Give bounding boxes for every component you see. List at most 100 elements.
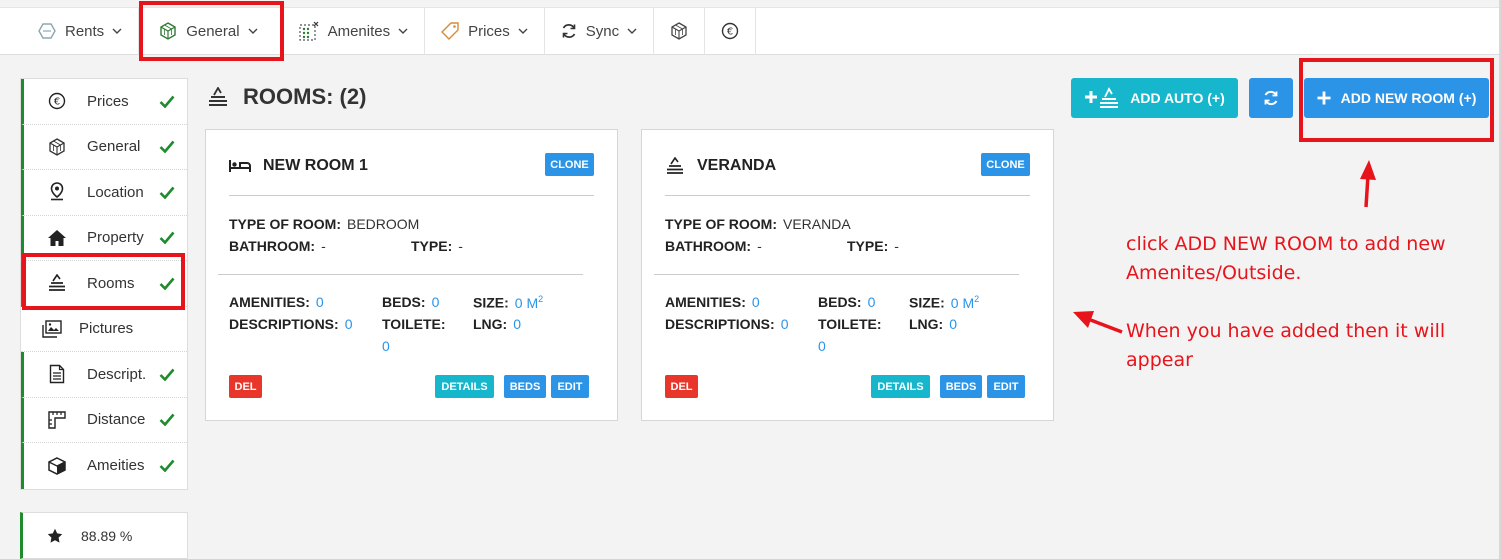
tab-euro[interactable]: € bbox=[705, 7, 757, 55]
tab-amenites[interactable]: Amenites bbox=[283, 7, 426, 55]
chevron-down-icon bbox=[518, 28, 528, 34]
amenities-field: AMENITIES: 0 bbox=[229, 294, 324, 310]
tab-prices-label: Prices bbox=[468, 22, 510, 40]
sidebar-item-rooms[interactable]: Rooms bbox=[21, 261, 187, 307]
sidebar-item-property[interactable]: Property bbox=[21, 215, 187, 261]
arrow-up-icon bbox=[1360, 160, 1376, 208]
descriptions-field: DESCRIPTIONS: 0 bbox=[665, 316, 789, 332]
add-auto-label: ADD AUTO (+) bbox=[1130, 90, 1225, 106]
add-rooms-icon bbox=[1085, 87, 1119, 108]
pictures-icon bbox=[41, 318, 63, 340]
check-icon bbox=[159, 459, 175, 473]
cube-icon bbox=[671, 22, 687, 40]
sidebar-item-general[interactable]: General bbox=[21, 124, 187, 170]
house-icon bbox=[46, 227, 68, 249]
sidebar-item-label: Property bbox=[87, 229, 144, 247]
details-button[interactable]: DETAILS bbox=[435, 375, 494, 398]
check-icon bbox=[159, 231, 175, 245]
room-card-title: VERANDA bbox=[665, 157, 776, 175]
sync-icon bbox=[562, 24, 576, 38]
tab-sync-label: Sync bbox=[585, 22, 620, 40]
type-of-room-field: TYPE OF ROOM: VERANDA bbox=[665, 216, 851, 232]
type-field: TYPE: - bbox=[847, 238, 899, 254]
refresh-button[interactable] bbox=[1249, 78, 1293, 118]
tab-rents[interactable]: Rents bbox=[22, 7, 140, 55]
page-title-text: ROOMS: (2) bbox=[243, 84, 367, 109]
sidebar-item-label: Prices bbox=[87, 92, 129, 110]
toilete-value: 0 bbox=[818, 338, 826, 354]
size-field: SIZE: 0 M2 bbox=[909, 294, 980, 311]
amenities-field: AMENITIES: 0 bbox=[665, 294, 760, 310]
tab-prices[interactable]: Prices bbox=[425, 7, 545, 55]
delete-button[interactable]: DEL bbox=[229, 375, 262, 398]
divider bbox=[654, 274, 1019, 275]
clone-button[interactable]: CLONE bbox=[545, 153, 594, 176]
tab-general[interactable]: General bbox=[139, 7, 283, 55]
page-title: ROOMS: (2) bbox=[207, 84, 366, 110]
plus-icon bbox=[1317, 91, 1331, 105]
room-card: VERANDA CLONE TYPE OF ROOM: VERANDA BATHR… bbox=[641, 129, 1054, 421]
edit-button[interactable]: EDIT bbox=[551, 375, 589, 398]
sidebar-item-amenities[interactable]: Ameities bbox=[21, 443, 187, 489]
check-icon bbox=[159, 95, 175, 108]
beds-field: BEDS: 0 bbox=[818, 294, 876, 310]
arrow-left-icon bbox=[1073, 311, 1123, 334]
check-icon bbox=[159, 368, 175, 381]
svg-text:€: € bbox=[54, 97, 60, 108]
toilete-value: 0 bbox=[382, 338, 390, 354]
chevron-down-icon bbox=[398, 28, 408, 34]
room-name: NEW ROOM 1 bbox=[263, 157, 368, 174]
map-pin-icon bbox=[46, 181, 68, 203]
divider bbox=[218, 274, 583, 275]
annotation-note-appear: When you have added then it will appear bbox=[1126, 320, 1446, 371]
price-tag-icon bbox=[441, 22, 459, 40]
size-field: SIZE: 0 M2 bbox=[473, 294, 544, 311]
divider bbox=[229, 195, 594, 196]
room-card-title: NEW ROOM 1 bbox=[229, 157, 368, 175]
sidebar-item-location[interactable]: Location bbox=[21, 170, 187, 216]
toilete-field: TOILETE: bbox=[818, 316, 882, 332]
check-icon bbox=[159, 140, 175, 154]
tab-sync[interactable]: Sync bbox=[545, 7, 655, 55]
sidebar-item-pictures[interactable]: Pictures bbox=[21, 307, 187, 352]
sync-icon bbox=[1264, 90, 1278, 106]
chevron-down-icon bbox=[248, 28, 258, 34]
details-button[interactable]: DETAILS bbox=[871, 375, 930, 398]
add-auto-button[interactable]: ADD AUTO (+) bbox=[1071, 78, 1238, 118]
star-icon bbox=[47, 528, 63, 543]
beds-button[interactable]: BEDS bbox=[940, 375, 982, 398]
room-stack-icon bbox=[46, 272, 68, 294]
box-icon bbox=[46, 455, 68, 477]
sidebar-item-label: Pictures bbox=[79, 320, 134, 338]
chevron-down-icon bbox=[112, 28, 122, 34]
sidebar: € Prices General Location Property Rooms… bbox=[20, 78, 188, 490]
cube-icon bbox=[160, 22, 176, 40]
beds-button[interactable]: BEDS bbox=[504, 375, 546, 398]
cube-icon bbox=[46, 136, 68, 158]
type-field: TYPE: - bbox=[411, 238, 463, 254]
sidebar-item-label: General bbox=[87, 138, 141, 156]
add-new-room-button[interactable]: ADD NEW ROOM (+) bbox=[1304, 78, 1489, 118]
divider bbox=[665, 195, 1030, 196]
lng-field: LNG: 0 bbox=[473, 316, 522, 332]
clone-button[interactable]: CLONE bbox=[981, 153, 1030, 176]
completion-score: 88.89 % bbox=[20, 512, 188, 559]
grid-dots-icon bbox=[298, 21, 318, 41]
edit-button[interactable]: EDIT bbox=[987, 375, 1025, 398]
beds-field: BEDS: 0 bbox=[382, 294, 440, 310]
tab-amenites-label: Amenites bbox=[327, 22, 391, 40]
delete-button[interactable]: DEL bbox=[665, 375, 698, 398]
ruler-icon bbox=[46, 409, 68, 431]
sidebar-item-prices[interactable]: € Prices bbox=[21, 79, 187, 125]
tab-cube[interactable] bbox=[654, 7, 706, 55]
score-value: 88.89 % bbox=[81, 527, 133, 544]
bathroom-field: BATHROOM: - bbox=[229, 238, 326, 254]
top-tab-bar: Rents General Amenites Prices Sync € bbox=[0, 0, 1501, 55]
sidebar-item-distance[interactable]: Distance bbox=[21, 397, 187, 443]
check-icon bbox=[159, 186, 175, 199]
bathroom-field: BATHROOM: - bbox=[665, 238, 762, 254]
document-icon bbox=[46, 363, 68, 385]
tab-rents-label: Rents bbox=[65, 22, 105, 40]
sidebar-item-descriptions[interactable]: Descript. bbox=[21, 352, 187, 398]
tab-general-label: General bbox=[186, 22, 240, 40]
